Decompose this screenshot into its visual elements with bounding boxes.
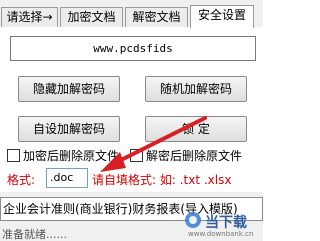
- tab-security-settings[interactable]: 安全设置: [190, 5, 254, 28]
- checkbox-label: 解密后删除原文件: [146, 148, 243, 163]
- checkbox-label: 加密后删除原文件: [23, 148, 120, 163]
- random-password-button[interactable]: 随机加解密码: [145, 76, 247, 102]
- tab-bar: 请选择→ 加密文档 解密文档 安全设置: [0, 5, 263, 32]
- checkbox-box[interactable]: [130, 148, 143, 162]
- lock-button[interactable]: 锁 定: [145, 116, 247, 142]
- tab-decrypt[interactable]: 解密文档: [125, 7, 188, 27]
- checkbox-box[interactable]: [7, 148, 20, 162]
- delete-after-encrypt-checkbox[interactable]: 加密后删除原文件: [7, 147, 119, 163]
- format-label: 格式:: [7, 173, 36, 187]
- watermark-url: www.downbank.cn: [188, 230, 254, 238]
- watermark-brand: 当下载: [205, 215, 247, 231]
- hide-password-button[interactable]: 隐藏加解密码: [18, 76, 120, 102]
- format-hint: 请自填格式: 如: .txt .xlsx: [92, 173, 232, 187]
- format-input[interactable]: .doc: [46, 168, 88, 188]
- custom-password-button[interactable]: 自设加解密码: [18, 116, 120, 142]
- tab-encrypt[interactable]: 加密文档: [60, 7, 123, 27]
- app-window: 请选择→ 加密文档 解密文档 安全设置 www.pcdsfids 隐藏加解密码 …: [0, 0, 263, 241]
- tab-select[interactable]: 请选择→: [1, 7, 58, 27]
- status-text: 准备就绪......: [2, 228, 67, 241]
- delete-after-decrypt-checkbox[interactable]: 解密后删除原文件: [130, 147, 242, 163]
- website-field: www.pcdsfids: [10, 36, 256, 61]
